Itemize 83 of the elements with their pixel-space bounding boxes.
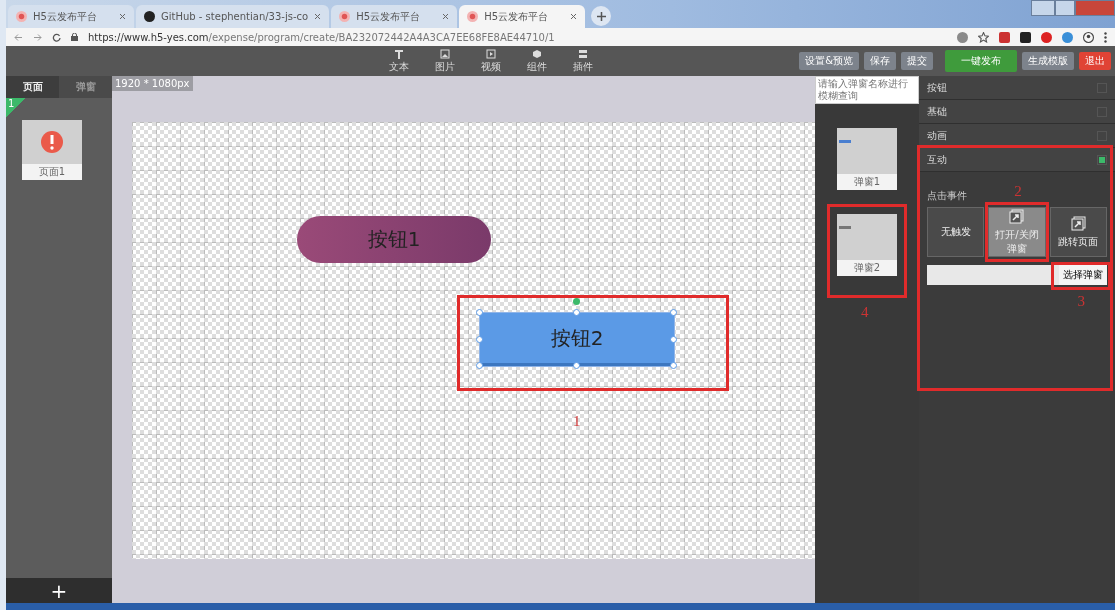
section-label: 动画 xyxy=(927,128,947,143)
section-label: 按钮 xyxy=(927,80,947,95)
annotation-number: 1 xyxy=(573,413,581,430)
panel-tab[interactable]: 页面 xyxy=(6,76,59,98)
action-button[interactable]: 保存 xyxy=(864,52,896,70)
popup-thumbnail[interactable]: 弹窗2 xyxy=(837,214,897,276)
page-number-badge: 1 xyxy=(6,98,26,118)
resize-handle[interactable] xyxy=(476,362,483,369)
tool-button[interactable]: 图片 xyxy=(432,48,458,74)
annotation-number: 4 xyxy=(861,304,869,321)
page-thumbnail[interactable]: 页面1 xyxy=(22,120,82,180)
popup-thumbnail[interactable]: 弹窗1 xyxy=(837,128,897,190)
site-logo-icon xyxy=(16,11,27,22)
section-checkbox[interactable] xyxy=(1097,154,1107,165)
search-field[interactable]: 请输入弹窗名称进行模糊查询 xyxy=(815,76,919,104)
action-button[interactable]: 提交 xyxy=(901,52,933,70)
panel-tab[interactable]: 弹窗 xyxy=(59,76,112,98)
action-button[interactable]: 退出 xyxy=(1079,52,1111,70)
event-label: 点击事件 xyxy=(927,189,967,203)
close-icon[interactable] xyxy=(119,13,126,20)
maximize-button[interactable] xyxy=(1055,0,1075,16)
mini-button-icon xyxy=(839,140,851,143)
add-page-button[interactable]: + xyxy=(6,578,112,603)
resize-handle[interactable] xyxy=(476,309,483,316)
tool-button[interactable]: 文本 xyxy=(386,48,412,74)
image-icon xyxy=(440,48,450,59)
tool-button[interactable]: 视频 xyxy=(478,48,504,74)
site-logo-icon xyxy=(339,11,351,22)
mini-button-icon xyxy=(839,226,851,229)
annotation-number: 2 xyxy=(1014,183,1022,200)
grid-icon xyxy=(578,48,588,59)
canvas-size-label: 1920 * 1080px xyxy=(112,76,193,91)
close-icon[interactable] xyxy=(570,13,578,20)
section-header[interactable]: 基础 xyxy=(919,100,1115,124)
close-icon[interactable] xyxy=(314,13,322,20)
browser-tab[interactable]: H5云发布平台 xyxy=(459,5,586,28)
popup-label: 弹窗2 xyxy=(837,260,897,276)
extension-icon[interactable] xyxy=(1020,31,1031,43)
back-icon[interactable] xyxy=(14,32,23,42)
section-header[interactable]: 按钮 xyxy=(919,76,1115,100)
resize-handle[interactable] xyxy=(670,362,677,369)
action-button[interactable]: 一键发布 xyxy=(945,50,1017,72)
popup-label: 弹窗1 xyxy=(837,174,897,190)
star-icon[interactable] xyxy=(978,31,989,43)
close-icon[interactable] xyxy=(442,13,450,20)
section-label: 基础 xyxy=(927,104,947,119)
resize-handle[interactable] xyxy=(573,362,580,369)
event-option[interactable]: 跳转页面 xyxy=(1049,207,1107,257)
section-header[interactable]: 互动 xyxy=(919,148,1115,172)
canvas-button[interactable]: 按钮2 xyxy=(480,313,674,366)
cube-icon xyxy=(532,48,542,59)
popup-select-field[interactable] xyxy=(927,265,1059,285)
rotate-handle[interactable] xyxy=(573,298,580,305)
profile-icon[interactable] xyxy=(1083,31,1094,43)
annotation-number: 3 xyxy=(1077,293,1085,310)
tool-button[interactable]: 组件 xyxy=(524,48,550,74)
plus-icon xyxy=(596,11,606,21)
page-label: 页面1 xyxy=(22,164,82,180)
resize-handle[interactable] xyxy=(573,309,580,316)
lock-icon xyxy=(71,33,78,41)
tool-button[interactable]: 插件 xyxy=(570,48,596,74)
browser-tab[interactable]: H5云发布平台 xyxy=(8,5,134,28)
site-logo-icon xyxy=(467,11,479,22)
reload-icon[interactable] xyxy=(52,32,61,42)
choose-popup-button[interactable]: 选择弹窗 xyxy=(1059,265,1107,285)
browser-tab[interactable]: GitHub - stephentian/33-js-co xyxy=(136,5,330,28)
event-option[interactable]: 无触发 xyxy=(927,207,985,257)
action-button[interactable]: 生成模版 xyxy=(1022,52,1074,70)
menu-icon[interactable] xyxy=(1104,31,1107,43)
browser-tab[interactable]: H5云发布平台 xyxy=(331,5,458,28)
minimize-button[interactable] xyxy=(1031,0,1055,16)
text-icon xyxy=(394,48,404,59)
action-button[interactable]: 设置&预览 xyxy=(799,52,859,70)
resize-handle[interactable] xyxy=(670,336,677,343)
play-icon xyxy=(486,48,496,59)
new-tab-button[interactable] xyxy=(591,6,612,26)
resize-handle[interactable] xyxy=(476,336,483,343)
section-header[interactable]: 动画 xyxy=(919,124,1115,148)
forward-icon[interactable] xyxy=(33,32,42,42)
resize-handle[interactable] xyxy=(670,309,677,316)
warning-icon xyxy=(40,130,64,154)
section-label: 互动 xyxy=(927,152,947,167)
event-option[interactable]: 打开/关闭弹窗 xyxy=(988,207,1046,257)
